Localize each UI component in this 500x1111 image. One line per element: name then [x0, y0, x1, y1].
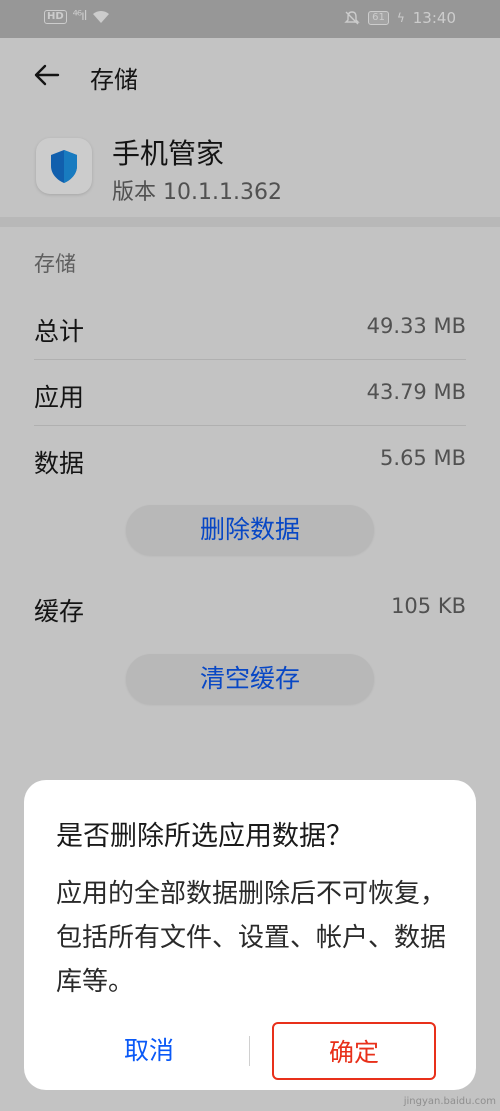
confirm-button[interactable]: 确定 [272, 1022, 436, 1080]
button-separator [249, 1036, 250, 1066]
watermark: jingyan.baidu.com [403, 1096, 496, 1107]
dialog-message: 应用的全部数据删除后不可恢复，包括所有文件、设置、帐户、数据库等。 [56, 879, 447, 997]
cancel-button[interactable]: 取消 [64, 1024, 234, 1078]
dialog-title: 是否删除所选应用数据？ [56, 821, 353, 852]
delete-data-dialog: 是否删除所选应用数据？ 应用的全部数据删除后不可恢复，包括所有文件、设置、帐户、… [24, 780, 476, 1090]
